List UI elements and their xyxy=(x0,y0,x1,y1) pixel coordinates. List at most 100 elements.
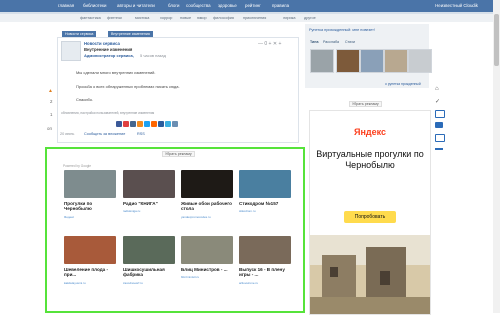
notification-title[interactable]: Внутренние изменения xyxy=(84,47,132,52)
ad-title: Стикодром №157 xyxy=(239,201,279,206)
left-badge: 2 xyxy=(50,99,53,104)
subnav-item[interactable]: мистика xyxy=(135,16,149,20)
livejournal-icon[interactable] xyxy=(158,121,164,127)
twitter-icon[interactable] xyxy=(144,121,150,127)
ad-title: Радио "КНИГА" xyxy=(123,201,158,206)
top-navigation-bar: главная библиотеки авторы и читатели бло… xyxy=(0,0,500,12)
ad-tile[interactable]: Шишкосушильная фабрика zavodnoesrf.ru xyxy=(123,236,175,285)
tab-type[interactable]: Типа xyxy=(310,40,318,44)
left-warning-icon: ▲ xyxy=(48,88,53,94)
ad-image xyxy=(181,170,233,198)
ad-source: artloveinme.ru xyxy=(239,280,259,285)
nav-item-rating[interactable]: рейтинг xyxy=(245,3,261,8)
left-badge: 1 xyxy=(50,112,53,117)
menu-icon[interactable] xyxy=(435,148,443,150)
ad-image xyxy=(181,236,233,264)
thumbnail[interactable] xyxy=(360,49,384,73)
skype-icon[interactable] xyxy=(165,121,171,127)
ad-image xyxy=(239,170,291,198)
ad-tile[interactable]: Блиц Министров - ... bliczministr.ru xyxy=(181,236,233,279)
ad-source: zavodnoesrf.ru xyxy=(123,280,143,285)
message-icon[interactable] xyxy=(435,134,445,142)
powered-by-google: Powered by Google xyxy=(63,164,91,168)
share-icon[interactable] xyxy=(172,121,178,127)
ad-tile[interactable]: Стикодром №157 stikodrom.ru xyxy=(239,170,291,213)
ad-photo xyxy=(310,235,430,314)
thumbnail[interactable] xyxy=(408,49,432,73)
ad-tile[interactable]: Шевеление плода - при... kakdelayusmi.ru xyxy=(64,236,116,285)
google-icon[interactable] xyxy=(123,121,129,127)
left-badge: оп xyxy=(47,126,52,131)
chat-icon[interactable] xyxy=(435,110,445,118)
vk-icon[interactable] xyxy=(130,121,136,127)
notification-footer: 20 июнь Сообщить за вложение RSS xyxy=(57,132,297,140)
ad-image xyxy=(64,236,116,264)
author-avatar xyxy=(61,41,81,61)
ad-tile[interactable]: Прогулки по Чернобылю Яндекс xyxy=(64,170,116,219)
ad-source: bliczministr.ru xyxy=(181,275,200,280)
subnav-item[interactable]: приключения xyxy=(243,16,266,20)
nav-item-home[interactable]: главная xyxy=(58,3,74,8)
nav-item-libraries[interactable]: библиотеки xyxy=(83,3,106,8)
nav-item-authors[interactable]: авторы и читатели xyxy=(117,3,155,8)
ad-source: yandexpromocodes.ru xyxy=(181,214,211,219)
notification-section[interactable]: Новости сервиса xyxy=(84,41,120,46)
nav-item-blogs[interactable]: блоги xyxy=(168,3,179,8)
ad-title: Живые обои рабочего стола xyxy=(181,201,232,212)
notification-body-line: Мы сделали много внутренних изменений. xyxy=(76,70,156,75)
yandex-ad[interactable]: Яндекс Виртуальные прогулки по Чернобылю… xyxy=(309,110,431,315)
subnav-item[interactable]: фэнтези xyxy=(107,16,122,20)
ad-title: Блиц Министров - ... xyxy=(181,267,228,272)
notification-controls[interactable]: — 0 + ✕ + xyxy=(258,41,281,47)
ad-tile[interactable]: Радио "КНИГА" radiokniga.ru xyxy=(123,170,175,213)
try-button[interactable]: Попробовать xyxy=(344,211,396,223)
ad-image xyxy=(64,170,116,198)
rss-link[interactable]: RSS xyxy=(137,132,145,136)
subnav-item[interactable]: другое xyxy=(304,16,316,20)
nav-item-health[interactable]: здоровье xyxy=(218,3,237,8)
remove-ad-button[interactable]: Убрать рекламу xyxy=(349,101,382,107)
scrollbar-thumb[interactable] xyxy=(494,14,499,66)
subnav-item[interactable]: философия xyxy=(213,16,234,20)
nav-item-rules[interactable]: правила xyxy=(272,3,289,8)
right-rail: ⌂ ✓ xyxy=(432,86,446,161)
comment-link[interactable]: Сообщить за вложение xyxy=(84,132,125,136)
subnav-item[interactable]: юмор xyxy=(197,16,207,20)
notification-date: 20 июнь xyxy=(60,132,75,136)
edit-icon[interactable] xyxy=(435,122,443,128)
ok-icon[interactable] xyxy=(137,121,143,127)
notification-time: 5 часов назад xyxy=(140,53,166,58)
ad-source: kakdelayusmi.ru xyxy=(64,280,86,285)
mail-icon[interactable] xyxy=(151,121,157,127)
ad-title: Прогулки по Чернобылю xyxy=(64,201,93,212)
ad-headline: Виртуальные прогулки по Чернобылю xyxy=(316,149,424,170)
subnav-item[interactable]: новые xyxy=(180,16,191,20)
tab-relax[interactable]: Расслаба xyxy=(323,40,339,44)
more-link[interactable]: о рунетка прожденный xyxy=(385,82,421,86)
nav-item-communities[interactable]: сообщества xyxy=(186,3,211,8)
check-icon[interactable]: ✓ xyxy=(435,98,443,105)
ad-image xyxy=(123,170,175,198)
ad-title: Выпуск 16 - В плену игры - ... xyxy=(239,267,285,278)
remove-ad-button[interactable]: Убрать рекламу xyxy=(162,151,195,157)
notification-tags[interactable]: обновления, настройки пользователей, вну… xyxy=(61,111,154,115)
tab-poems[interactable]: Стихи xyxy=(345,40,355,44)
subnav-item[interactable]: хоррор xyxy=(160,16,172,20)
thumbnail[interactable] xyxy=(310,49,334,73)
ad-image xyxy=(239,236,291,264)
ad-source: Яндекс xyxy=(64,214,75,219)
facebook-icon[interactable] xyxy=(116,121,122,127)
thumbnail[interactable] xyxy=(384,49,408,73)
ad-tile[interactable]: Выпуск 16 - В плену игры - ... artlovein… xyxy=(239,236,291,285)
sidebar-widget-title[interactable]: Рунетка прихожденный: мне повезет! xyxy=(309,28,375,32)
home-icon[interactable]: ⌂ xyxy=(435,86,443,92)
subnav-item[interactable]: фантастика xyxy=(80,16,101,20)
ad-source: radiokniga.ru xyxy=(123,209,141,214)
yandex-logo: Яндекс xyxy=(353,127,386,137)
ad-image xyxy=(123,236,175,264)
subnav-item[interactable]: лирика xyxy=(283,16,295,20)
notification-author[interactable]: Администратор сервиса, xyxy=(84,53,134,58)
ad-tile[interactable]: Живые обои рабочего стола yandexpromocod… xyxy=(181,170,233,219)
thumbnail[interactable] xyxy=(336,49,360,73)
user-name[interactable]: Неизвестный Cloudik xyxy=(435,3,478,8)
